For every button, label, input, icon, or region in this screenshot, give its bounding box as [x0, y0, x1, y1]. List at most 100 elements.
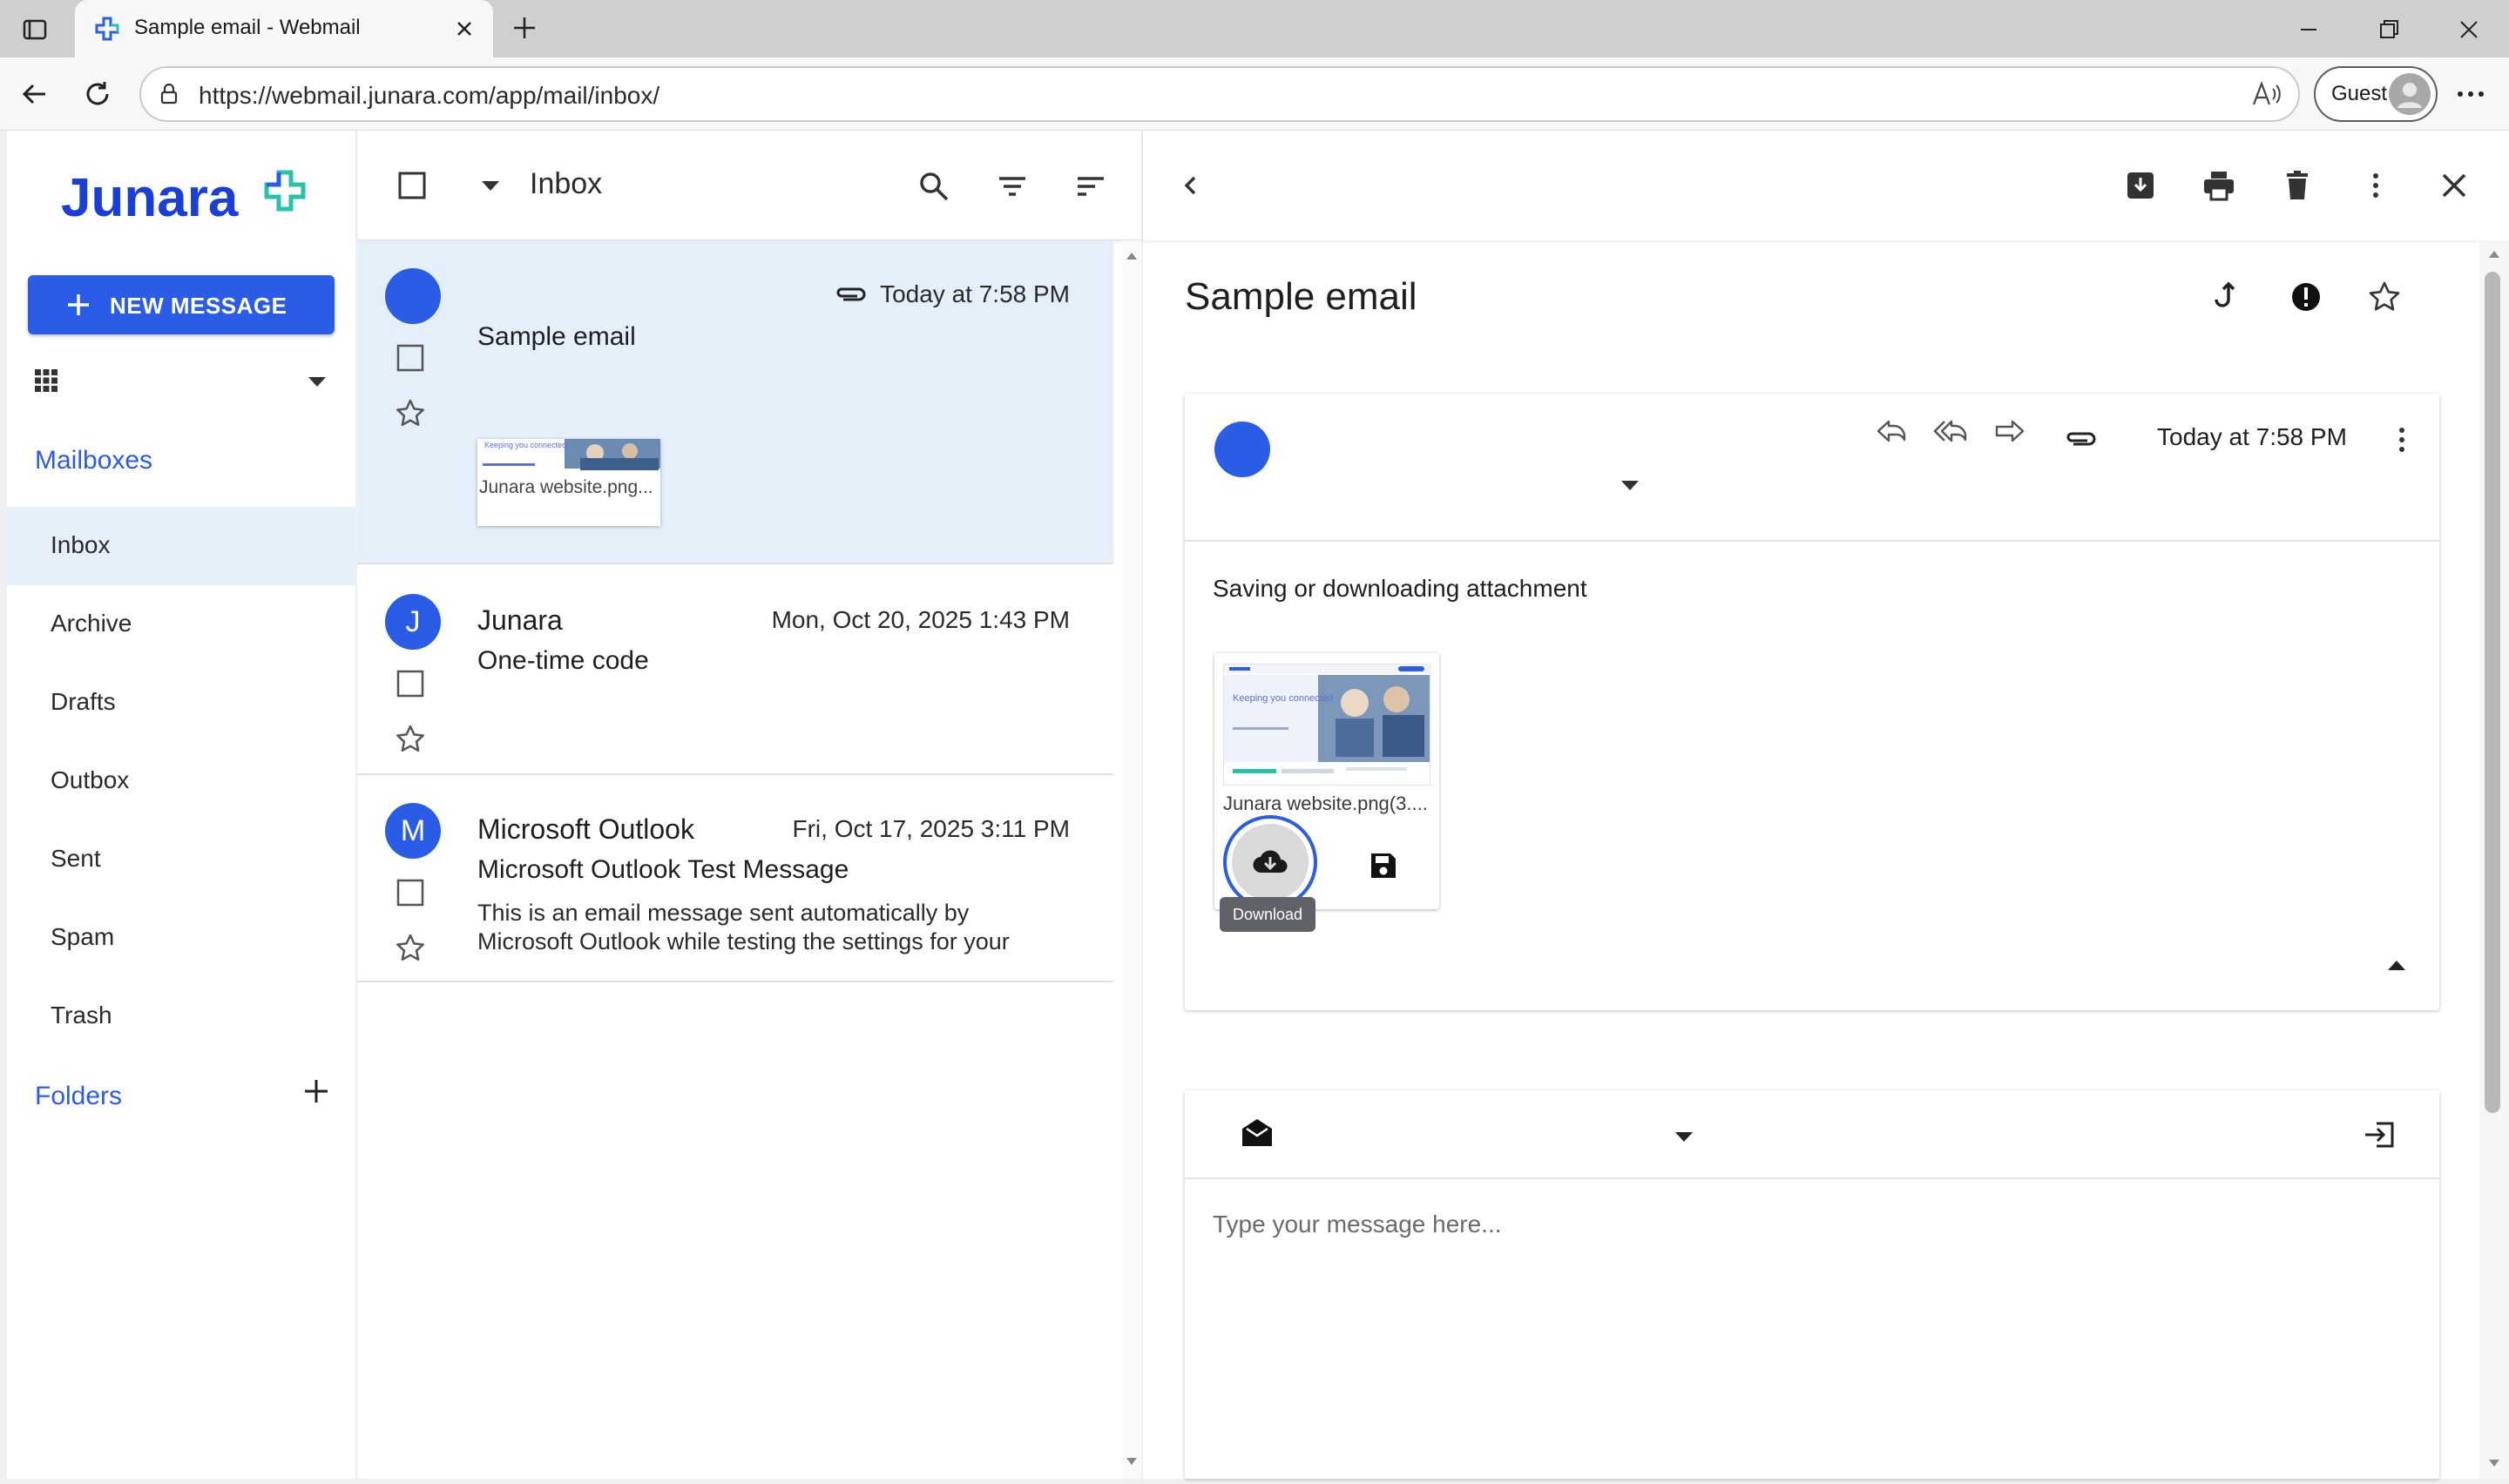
- recipients-dropdown-icon[interactable]: [1620, 479, 1640, 491]
- url-text: https://webmail.junara.com/app/mail/inbo…: [199, 82, 660, 109]
- new-tab-icon[interactable]: [509, 12, 540, 44]
- cloud-download-icon: [1253, 850, 1288, 874]
- mailbox-label: Sent: [51, 845, 101, 872]
- archive-icon[interactable]: [2122, 167, 2159, 204]
- tab-title: Sample email - Webmail: [134, 16, 361, 39]
- scroll-up-icon[interactable]: [1122, 247, 1141, 265]
- browser-titlebar: Sample email - Webmail: [0, 0, 2509, 57]
- sender-avatar: [385, 268, 441, 324]
- star-icon[interactable]: [394, 723, 427, 756]
- star-icon[interactable]: [394, 932, 427, 965]
- scroll-down-icon[interactable]: [2479, 1454, 2509, 1472]
- message-checkbox[interactable]: [396, 669, 425, 698]
- junara-favicon-icon: [95, 17, 119, 41]
- attachment-card[interactable]: Keeping you connected Junara website.png…: [1214, 653, 1439, 909]
- mailbox-label: Drafts: [51, 688, 116, 715]
- attachment-icon: [2066, 432, 2096, 446]
- filter-icon[interactable]: [995, 169, 1030, 204]
- profile-button[interactable]: Guest: [2314, 66, 2438, 122]
- search-icon[interactable]: [916, 169, 951, 204]
- profile-avatar: [2389, 73, 2431, 115]
- message-row-sample-email[interactable]: Today at 7:58 PM Sample email Keeping yo…: [357, 240, 1113, 564]
- folders-title[interactable]: Folders: [35, 1082, 122, 1111]
- mailbox-spam[interactable]: Spam: [7, 899, 355, 977]
- mailbox-inbox[interactable]: Inbox: [7, 507, 355, 585]
- message-row-microsoft-outlook[interactable]: M Microsoft Outlook Fri, Oct 17, 2025 3:…: [357, 775, 1113, 982]
- mailbox-label: Trash: [51, 1002, 112, 1029]
- tab-actions-icon[interactable]: [19, 14, 51, 45]
- read-aloud-icon[interactable]: [2251, 80, 2282, 108]
- message-checkbox[interactable]: [396, 878, 425, 907]
- delete-icon[interactable]: [2279, 167, 2316, 204]
- message-input[interactable]: Type your message here...: [1213, 1211, 1502, 1238]
- select-all-checkbox[interactable]: [397, 171, 427, 200]
- reply-mode-dropdown-icon[interactable]: [1674, 1130, 1694, 1143]
- message-sender: Microsoft Outlook: [477, 813, 694, 845]
- save-icon[interactable]: [1366, 848, 1401, 883]
- minimize-icon[interactable]: [2293, 14, 2324, 45]
- select-dropdown-icon[interactable]: [481, 179, 500, 192]
- forward-icon[interactable]: [1992, 413, 2028, 449]
- quick-reply-card: Type your message here...: [1185, 1090, 2439, 1479]
- star-icon[interactable]: [2366, 279, 2403, 315]
- reading-pane: Sample email Today at 7:58 PM Saving or …: [1143, 131, 2509, 1479]
- sort-icon[interactable]: [1073, 169, 1108, 204]
- mailbox-drafts[interactable]: Drafts: [7, 664, 355, 742]
- mailbox-archive[interactable]: Archive: [7, 585, 355, 664]
- message-date: Fri, Oct 17, 2025 3:11 PM: [792, 815, 1070, 842]
- site-info-icon[interactable]: [157, 82, 181, 106]
- close-tab-icon[interactable]: [451, 16, 477, 42]
- close-icon[interactable]: [2436, 167, 2472, 204]
- print-icon[interactable]: [2201, 167, 2237, 204]
- mailboxes-title[interactable]: Mailboxes: [35, 446, 152, 476]
- apps-dropdown-icon[interactable]: [307, 374, 328, 388]
- logo-cross-icon: [264, 170, 306, 212]
- close-window-icon[interactable]: [2453, 14, 2485, 45]
- thread-icon[interactable]: [2209, 279, 2246, 315]
- apps-grid-icon[interactable]: [33, 368, 59, 394]
- new-message-button[interactable]: NEW MESSAGE: [28, 275, 335, 334]
- back-chevron-icon[interactable]: [1173, 167, 1209, 204]
- pop-out-icon[interactable]: [2361, 1116, 2397, 1153]
- sender-avatar: M: [385, 803, 441, 859]
- thumb-headline: Keeping you connected: [484, 441, 566, 449]
- message-checkbox[interactable]: [396, 343, 425, 373]
- reply-all-icon[interactable]: [1932, 413, 1969, 449]
- attachment-thumbnail[interactable]: Keeping you connected Junara website.png…: [477, 439, 660, 526]
- mailbox-trash[interactable]: Trash: [7, 977, 355, 1056]
- star-icon[interactable]: [394, 397, 427, 430]
- logo[interactable]: Junara: [61, 167, 322, 232]
- download-button-fill: [1232, 824, 1309, 901]
- browser-menu-icon[interactable]: [2453, 80, 2488, 108]
- mailbox-outbox[interactable]: Outbox: [7, 742, 355, 820]
- important-icon[interactable]: [2288, 279, 2324, 315]
- mailbox-label: Archive: [51, 610, 132, 637]
- mailbox-sent[interactable]: Sent: [7, 820, 355, 899]
- attachment-label: Junara website.png...: [479, 477, 653, 497]
- download-button[interactable]: [1223, 815, 1317, 909]
- reader-scroll-thumb[interactable]: [2485, 272, 2500, 1113]
- attachment-headline: Keeping you connected: [1233, 693, 1333, 704]
- plus-icon: [68, 294, 89, 315]
- browser-tab[interactable]: Sample email - Webmail: [75, 0, 493, 57]
- new-message-label: NEW MESSAGE: [110, 293, 287, 319]
- reply-icon[interactable]: [1873, 413, 1910, 449]
- collapse-caret-icon[interactable]: [2387, 960, 2406, 972]
- open-envelope-icon[interactable]: [1239, 1115, 1275, 1151]
- message-row-junara[interactable]: J Junara Mon, Oct 20, 2025 1:43 PM One-t…: [357, 566, 1113, 775]
- attachment-icon: [836, 287, 866, 301]
- scroll-down-icon[interactable]: [1122, 1453, 1141, 1470]
- message-date: Mon, Oct 20, 2025 1:43 PM: [771, 606, 1070, 633]
- back-icon[interactable]: [16, 75, 54, 113]
- message-card: Today at 7:58 PM Saving or downloading a…: [1185, 394, 2439, 1010]
- scroll-up-icon[interactable]: [2479, 246, 2509, 263]
- restore-icon[interactable]: [2373, 14, 2404, 45]
- list-scrollbar[interactable]: [1122, 240, 1141, 1479]
- message-more-icon[interactable]: [2384, 422, 2420, 458]
- download-tooltip: Download: [1220, 897, 1315, 932]
- mailbox-label: Spam: [51, 923, 115, 950]
- more-vert-icon[interactable]: [2357, 167, 2394, 204]
- add-folder-icon[interactable]: [301, 1076, 331, 1106]
- refresh-icon[interactable]: [78, 75, 117, 113]
- address-bar[interactable]: https://webmail.junara.com/app/mail/inbo…: [139, 66, 2300, 122]
